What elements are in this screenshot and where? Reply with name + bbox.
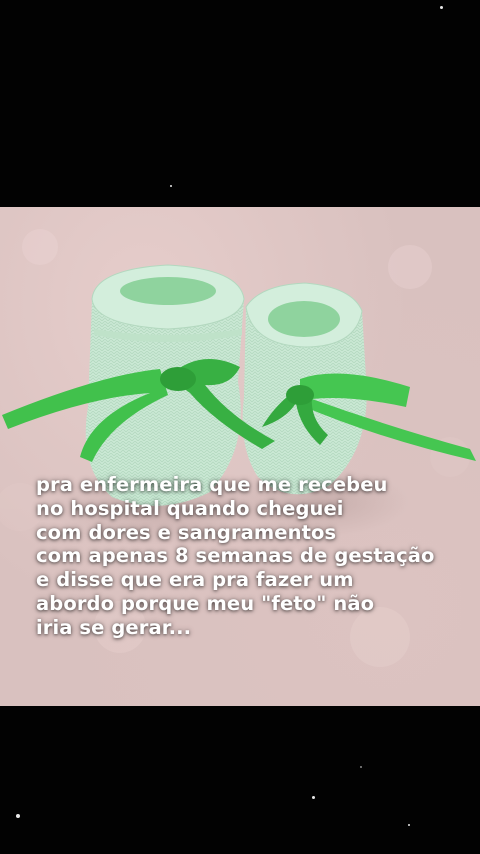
caption-line: e disse que era pra fazer um xyxy=(36,568,354,592)
star-dot xyxy=(312,796,315,799)
star-dot xyxy=(360,766,362,768)
caption-line: abordo porque meu "feto" não xyxy=(36,591,375,615)
star-dot xyxy=(408,824,410,826)
star-dot xyxy=(170,185,172,187)
caption-line: com apenas 8 semanas de gestação xyxy=(36,544,435,568)
bottom-black-band xyxy=(0,706,480,854)
caption-line: iria se gerar... xyxy=(36,615,192,639)
caption-text: pra enfermeira que me recebeu no hospita… xyxy=(36,473,466,640)
caption-line: pra enfermeira que me recebeu xyxy=(36,473,388,496)
top-black-band xyxy=(0,0,480,207)
caption-line: com dores e sangramentos xyxy=(36,520,337,544)
star-dot xyxy=(16,814,20,818)
star-dot xyxy=(440,6,443,9)
caption-line: no hospital quando cheguei xyxy=(36,496,344,520)
bootie-photo: pra enfermeira que me recebeu no hospita… xyxy=(0,207,480,706)
